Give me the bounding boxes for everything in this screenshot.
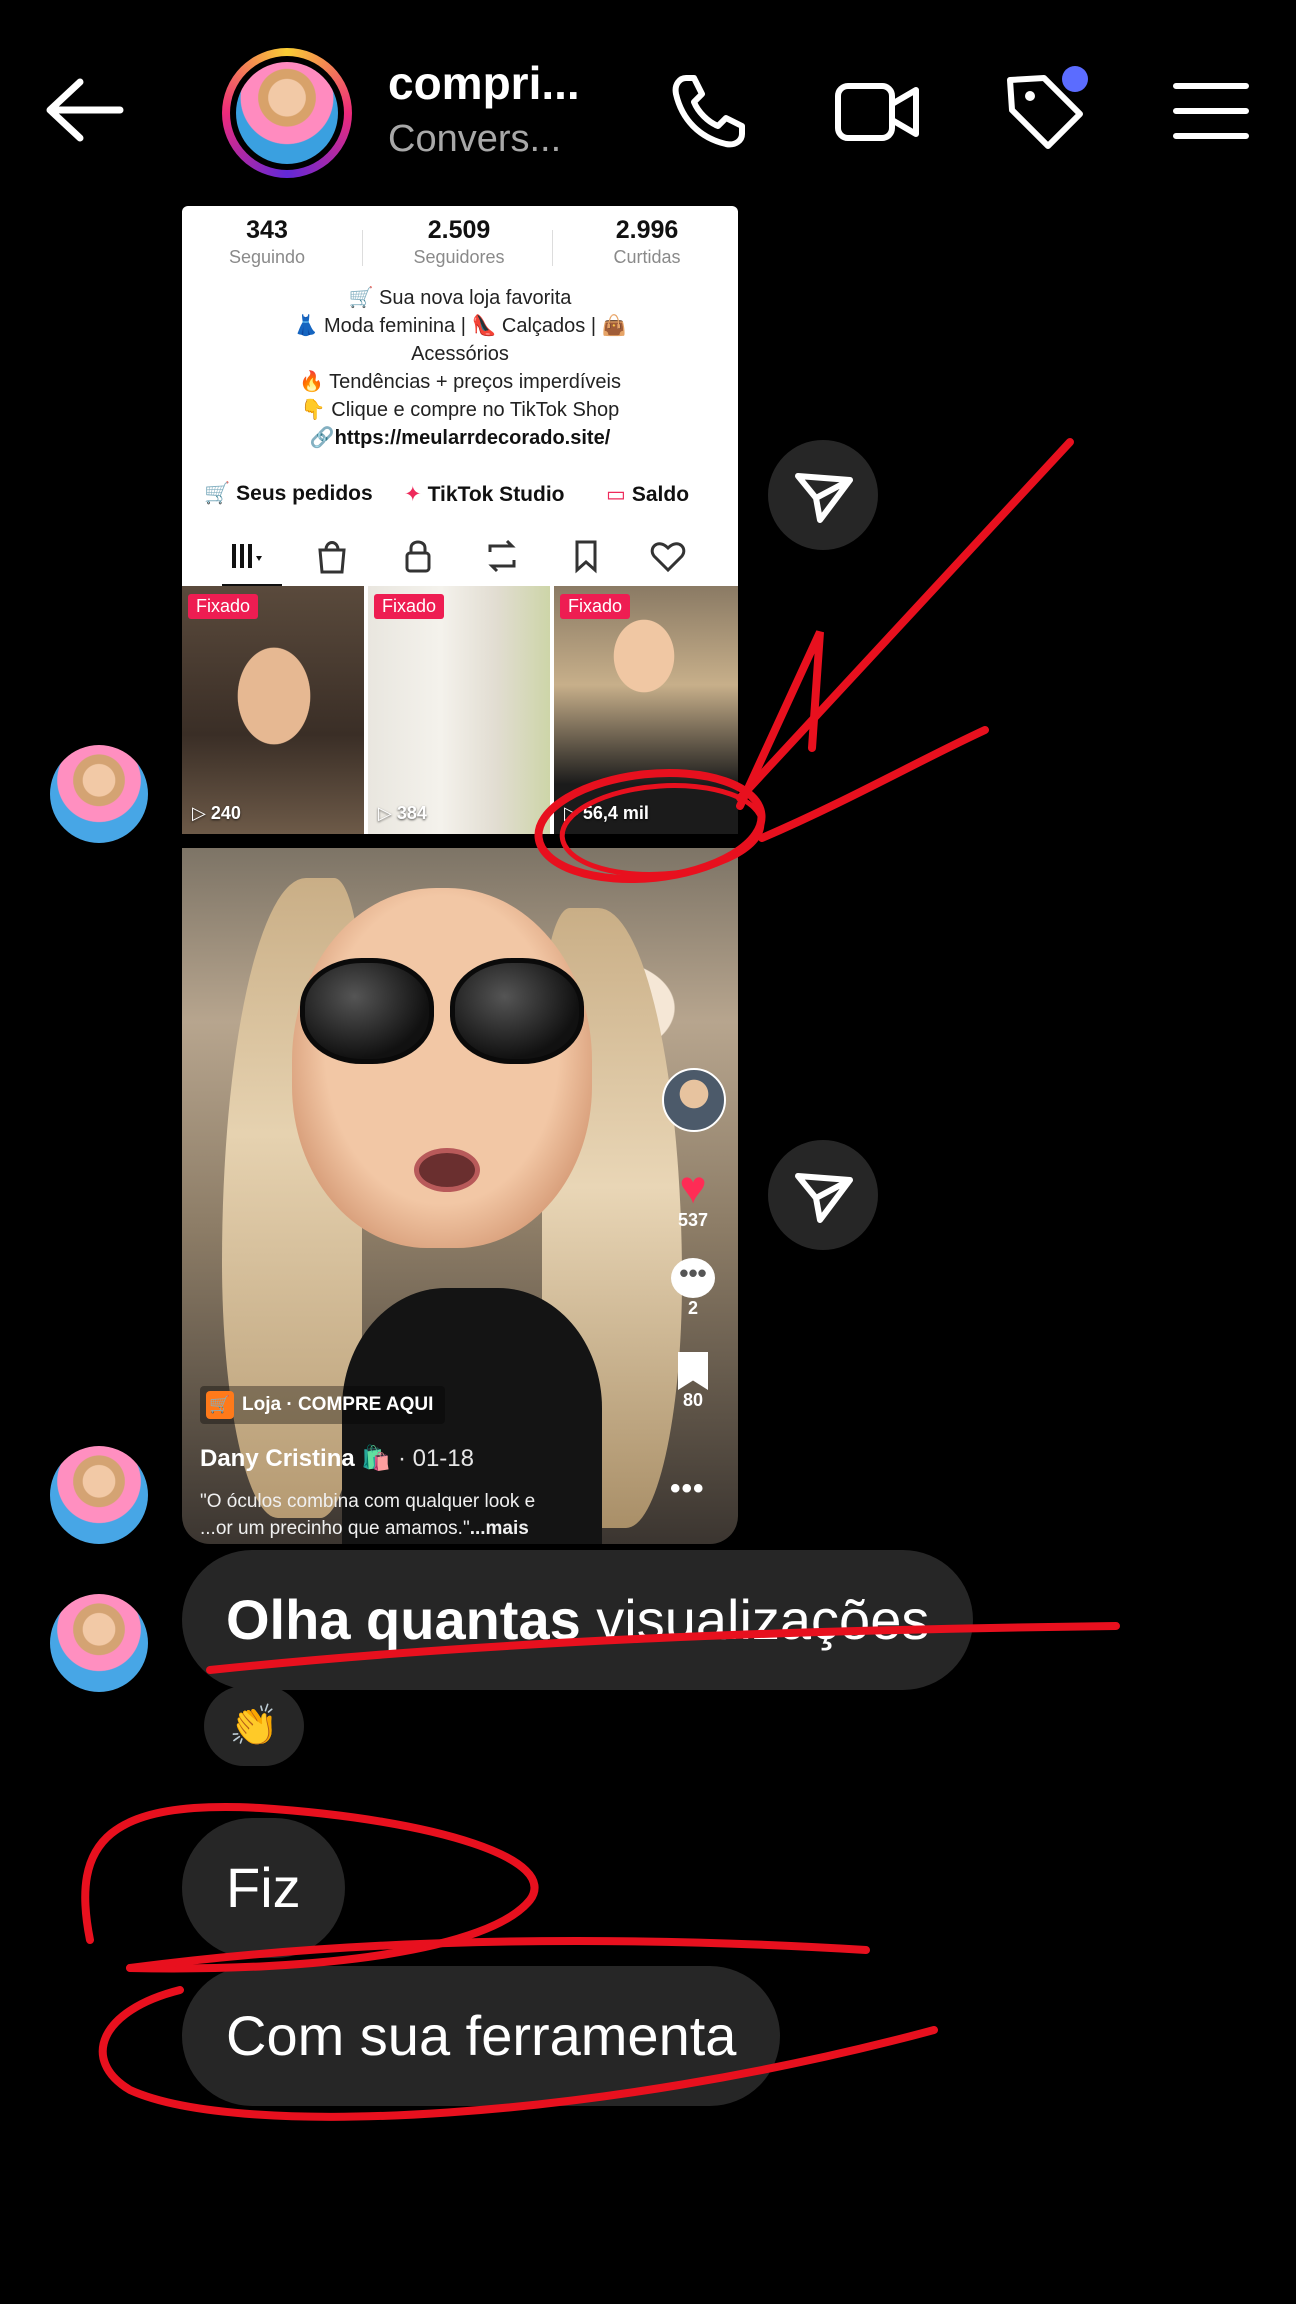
grid-tab-icon xyxy=(232,544,262,568)
comment-icon: ••• xyxy=(671,1258,715,1298)
thumbnail-3: Fixado ▷ 56,4 mil xyxy=(554,586,738,834)
stat-likes: 2.996 Curtidas xyxy=(613,216,681,267)
lock-tab-icon xyxy=(405,540,431,573)
studio-icon: ✦ xyxy=(404,483,422,506)
shop-tag: 🛒 Loja · COMPRE AQUI xyxy=(200,1386,446,1424)
chat-header: compri... Convers... xyxy=(0,0,1296,200)
shop-tab-icon xyxy=(318,541,346,574)
video-grid: Fixado ▷ 240 Fixado ▷ 384 Fixado ▷ 56,4 … xyxy=(182,586,738,834)
profile-link: https://meularrdecorado.site/ xyxy=(334,427,611,449)
repost-tab-icon xyxy=(488,539,516,573)
bookmark-icon xyxy=(678,1352,708,1390)
shop-bag-icon: 🛍️ xyxy=(361,1445,392,1472)
thumbnail-1: Fixado ▷ 240 xyxy=(182,586,364,834)
studio-link: ✦ TikTok Studio xyxy=(404,483,565,506)
play-icon: ▷ xyxy=(192,803,211,823)
share-button[interactable] xyxy=(768,1140,878,1250)
stat-following: 343 Seguindo xyxy=(228,216,306,267)
phone-icon[interactable] xyxy=(664,66,754,156)
chat-title[interactable]: compri... xyxy=(388,56,580,110)
play-icon: ▷ xyxy=(378,803,397,823)
video-screenshot-image[interactable]: ♥ 537 ••• 2 80 ••• 🛒 Loja · COMPRE AQUI D… xyxy=(182,848,738,1544)
profile-bio: 🛒 Sua nova loja favorita 👗 Moda feminina… xyxy=(293,287,627,449)
send-icon xyxy=(795,1173,853,1223)
profile-stats: 343 Seguindo 2.509 Seguidores 2.996 Curt… xyxy=(182,216,738,276)
thumbnail-2: Fixado ▷ 384 xyxy=(368,586,550,834)
like-count: ♥ 537 xyxy=(658,1164,728,1231)
share-button[interactable] xyxy=(768,440,878,550)
comment-count: ••• 2 xyxy=(658,1258,728,1319)
creator-avatar xyxy=(662,1068,726,1132)
stat-followers: 2.509 Seguidores xyxy=(413,216,505,267)
shop-cart-icon: 🛒 xyxy=(206,1390,234,1419)
profile-quick-links: 🛒 Seus pedidos ✦ TikTok Studio ▭ Saldo xyxy=(182,474,738,514)
wallet-icon: ▭ xyxy=(606,483,626,506)
reaction-badge[interactable]: 👏 xyxy=(204,1686,304,1766)
link-icon: 🔗 xyxy=(309,427,335,449)
message-bubble[interactable]: Com sua ferramenta xyxy=(182,1966,781,2106)
send-icon xyxy=(795,473,853,523)
sender-avatar[interactable] xyxy=(50,745,148,843)
clapping-hands-icon: 👏 xyxy=(229,1704,279,1748)
orders-link: 🛒 Seus pedidos xyxy=(204,482,373,505)
more-icon: ••• xyxy=(670,1472,705,1505)
profile-tabs xyxy=(182,526,738,586)
sender-avatar[interactable] xyxy=(50,1446,148,1544)
bookmark-tab-icon xyxy=(575,540,597,574)
video-author: Dany Cristina 🛍️ · 01-18 xyxy=(200,1445,474,1472)
heart-icon: ♥ xyxy=(679,1161,707,1213)
heart-tab-icon xyxy=(650,542,686,573)
save-count: 80 xyxy=(658,1352,728,1411)
chat-subtitle[interactable]: Convers... xyxy=(388,118,561,161)
play-icon: ▷ xyxy=(564,803,583,823)
video-camera-icon[interactable] xyxy=(832,66,922,156)
cart-icon: 🛒 xyxy=(204,482,231,505)
message-bubble[interactable]: Fiz xyxy=(182,1818,345,1958)
video-caption: "O óculos combina com qualquer look e ..… xyxy=(200,1491,536,1539)
balance-link: ▭ Saldo xyxy=(606,483,690,506)
back-arrow-icon[interactable] xyxy=(40,70,130,150)
notification-dot xyxy=(1062,66,1088,92)
sender-avatar[interactable] xyxy=(50,1594,148,1692)
chat-avatar[interactable] xyxy=(222,48,352,178)
message-bubble[interactable]: Olha quantas visualizações xyxy=(182,1550,974,1690)
menu-icon[interactable] xyxy=(1166,66,1256,156)
profile-screenshot-image[interactable]: 343 Seguindo 2.509 Seguidores 2.996 Curt… xyxy=(182,206,738,834)
